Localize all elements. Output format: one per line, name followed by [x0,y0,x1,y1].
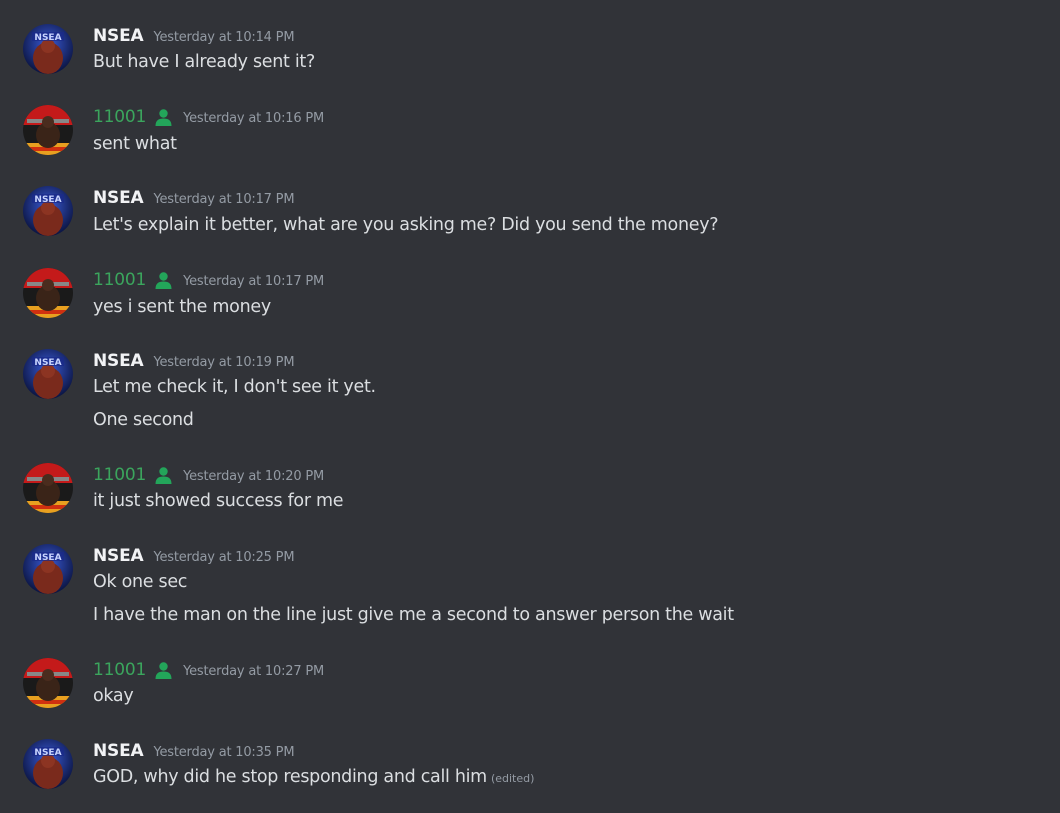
message-text: Let's explain it better, what are you as… [93,215,719,235]
message-text: yes i sent the money [93,297,271,317]
message-timestamp[interactable]: Yesterday at 10:16 PM [183,111,324,126]
svg-text:NSEA: NSEA [34,553,61,563]
message-text: Let me check it, I don't see it yet. [93,377,376,397]
edited-label[interactable]: (edited) [491,772,534,785]
member-person-icon [154,661,173,680]
message-header: NSEA Yesterday at 10:14 PM [93,24,295,48]
message-header: 11001 Yesterday at 10:20 PM [93,463,324,487]
message-timestamp[interactable]: Yesterday at 10:14 PM [153,30,294,45]
avatar-nsea[interactable]: NSEA [23,24,73,74]
message-header: NSEA Yesterday at 10:25 PM [93,544,295,568]
username-nsea[interactable]: NSEA [93,741,144,761]
avatar-nsea[interactable]: NSEA [23,349,73,399]
nsea-avatar-image: NSEA [23,24,73,74]
svg-text:NSEA: NSEA [34,748,61,758]
svg-text:NSEA: NSEA [34,33,61,43]
message-timestamp[interactable]: Yesterday at 10:27 PM [183,664,324,679]
username-nsea[interactable]: NSEA [93,188,144,208]
11001-avatar-image [23,463,73,513]
message-header: NSEA Yesterday at 10:35 PM [93,739,295,763]
nsea-avatar-image: NSEA [23,544,73,594]
avatar-11001[interactable] [23,105,73,155]
username-11001[interactable]: 11001 [93,270,146,290]
member-person-icon [154,466,173,485]
message-timestamp[interactable]: Yesterday at 10:17 PM [153,192,294,207]
11001-avatar-image [23,105,73,155]
avatar-nsea[interactable]: NSEA [23,544,73,594]
message-timestamp[interactable]: Yesterday at 10:19 PM [153,355,294,370]
message-header: NSEA Yesterday at 10:19 PM [93,349,295,373]
message-text: GOD, why did he stop responding and call… [93,764,534,790]
member-person-icon [154,271,173,290]
message-timestamp[interactable]: Yesterday at 10:17 PM [183,274,324,289]
svg-text:NSEA: NSEA [34,195,61,205]
message-timestamp[interactable]: Yesterday at 10:35 PM [153,745,294,760]
11001-avatar-image [23,268,73,318]
message-text: I have the man on the line just give me … [93,605,734,625]
message-text: sent what [93,134,177,154]
username-nsea[interactable]: NSEA [93,546,144,566]
chat-message-list: NSEA NSEA Yesterday at 10:14 PM But have… [0,0,1060,813]
message-header: 11001 Yesterday at 10:27 PM [93,658,324,682]
username-11001[interactable]: 11001 [93,107,146,127]
nsea-avatar-image: NSEA [23,186,73,236]
member-person-icon [154,108,173,127]
message-header: 11001 Yesterday at 10:17 PM [93,268,324,292]
avatar-11001[interactable] [23,463,73,513]
username-11001[interactable]: 11001 [93,465,146,485]
message-header: 11001 Yesterday at 10:16 PM [93,105,324,129]
message-timestamp[interactable]: Yesterday at 10:25 PM [153,550,294,565]
username-11001[interactable]: 11001 [93,660,146,680]
message-body: GOD, why did he stop responding and call… [93,767,487,787]
message-header: NSEA Yesterday at 10:17 PM [93,186,295,210]
nsea-avatar-image: NSEA [23,739,73,789]
message-text: But have I already sent it? [93,52,315,72]
svg-text:NSEA: NSEA [34,358,61,368]
avatar-nsea[interactable]: NSEA [23,186,73,236]
avatar-11001[interactable] [23,658,73,708]
avatar-11001[interactable] [23,268,73,318]
message-text: One second [93,410,194,430]
message-text: okay [93,686,134,706]
11001-avatar-image [23,658,73,708]
message-text: Ok one sec [93,572,188,592]
username-nsea[interactable]: NSEA [93,26,144,46]
avatar-nsea[interactable]: NSEA [23,739,73,789]
username-nsea[interactable]: NSEA [93,351,144,371]
nsea-avatar-image: NSEA [23,349,73,399]
message-text: it just showed success for me [93,491,344,511]
message-timestamp[interactable]: Yesterday at 10:20 PM [183,469,324,484]
